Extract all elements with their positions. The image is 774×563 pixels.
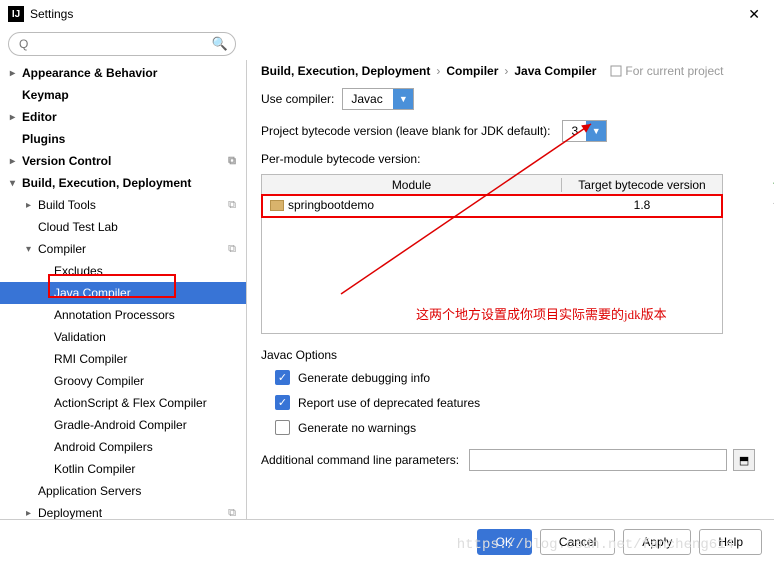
sidebar-item-cloud-test-lab[interactable]: Cloud Test Lab — [0, 216, 246, 238]
chevron-right-icon: › — [436, 64, 440, 78]
window-title: Settings — [30, 7, 73, 21]
sidebar-item-rmi-compiler[interactable]: RMI Compiler — [0, 348, 246, 370]
sidebar-item-android-compilers[interactable]: Android Compilers — [0, 436, 246, 458]
chevron-right-icon: › — [504, 64, 508, 78]
project-scope-icon: ⧉ — [228, 507, 236, 520]
breadcrumb-p1: Build, Execution, Deployment — [261, 64, 430, 78]
sidebar-item-label: Plugins — [22, 132, 65, 146]
breadcrumb: Build, Execution, Deployment › Compiler … — [261, 64, 764, 78]
sidebar-item-groovy-compiler[interactable]: Groovy Compiler — [0, 370, 246, 392]
app-icon: IJ — [8, 6, 24, 22]
remove-button[interactable]: − — [768, 194, 774, 212]
sidebar-item-label: Compiler — [38, 242, 86, 256]
bytecode-label: Project bytecode version (leave blank fo… — [261, 124, 550, 138]
nowarn-label: Generate no warnings — [298, 421, 416, 435]
sidebar-item-label: Java Compiler — [54, 286, 131, 300]
col-module: Module — [262, 178, 562, 192]
deprecated-label: Report use of deprecated features — [298, 396, 480, 410]
tree-arrow-icon: ▸ — [26, 508, 38, 519]
col-version: Target bytecode version — [562, 178, 722, 192]
module-version: 1.8 — [562, 198, 722, 212]
sidebar-item-label: Gradle-Android Compiler — [54, 418, 187, 432]
sidebar-item-java-compiler[interactable]: Java Compiler — [0, 282, 246, 304]
deprecated-checkbox[interactable]: ✓ — [275, 395, 290, 410]
sidebar-item-version-control[interactable]: ▸Version Control ⧉ — [0, 150, 246, 172]
sidebar-item-label: Excludes — [54, 264, 103, 278]
sidebar-item-kotlin-compiler[interactable]: Kotlin Compiler — [0, 458, 246, 480]
sidebar-item-label: Keymap — [22, 88, 69, 102]
sidebar-item-gradle-android-compiler[interactable]: Gradle-Android Compiler — [0, 414, 246, 436]
project-scope-icon: ⧉ — [228, 199, 236, 212]
chevron-down-icon: ▼ — [586, 121, 606, 141]
sidebar-item-label: Editor — [22, 110, 57, 124]
expand-icon[interactable]: ⬒ — [733, 449, 755, 471]
table-row[interactable]: springbootdemo 1.8 — [262, 195, 722, 215]
add-button[interactable]: + — [768, 174, 774, 192]
cancel-button[interactable]: Cancel — [540, 529, 615, 555]
project-scope-icon: ⧉ — [228, 155, 236, 168]
search-input[interactable] — [8, 32, 236, 56]
sidebar-item-compiler[interactable]: ▾Compiler ⧉ — [0, 238, 246, 260]
sidebar-item-label: ActionScript & Flex Compiler — [54, 396, 207, 410]
sidebar-item-label: Build Tools — [38, 198, 96, 212]
sidebar-item-actionscript-flex-compiler[interactable]: ActionScript & Flex Compiler — [0, 392, 246, 414]
module-name: springbootdemo — [288, 198, 374, 212]
sidebar-item-appearance-behavior[interactable]: ▸Appearance & Behavior — [0, 62, 246, 84]
debug-checkbox[interactable]: ✓ — [275, 370, 290, 385]
sidebar-item-validation[interactable]: Validation — [0, 326, 246, 348]
chevron-down-icon: ▼ — [393, 89, 413, 109]
module-table: Module Target bytecode version springboo… — [261, 174, 723, 334]
sidebar-item-label: Deployment — [38, 506, 102, 520]
sidebar-item-label: Application Servers — [38, 484, 141, 498]
close-icon[interactable]: ✕ — [742, 6, 766, 23]
tree-arrow-icon: ▸ — [10, 156, 22, 167]
breadcrumb-p3: Java Compiler — [514, 64, 596, 78]
sidebar-item-label: Build, Execution, Deployment — [22, 176, 191, 190]
project-scope-icon: ⧉ — [228, 243, 236, 256]
sidebar-item-plugins[interactable]: Plugins — [0, 128, 246, 150]
bytecode-select[interactable]: 3 ▼ — [562, 120, 607, 142]
breadcrumb-p2: Compiler — [446, 64, 498, 78]
tree-arrow-icon: ▸ — [26, 200, 38, 211]
settings-tree: ▸Appearance & BehaviorKeymap▸EditorPlugi… — [0, 60, 246, 530]
sidebar-item-label: Annotation Processors — [54, 308, 175, 322]
use-compiler-select[interactable]: Javac ▼ — [342, 88, 414, 110]
sidebar-item-label: Android Compilers — [54, 440, 153, 454]
params-input[interactable] — [469, 449, 727, 471]
javac-options-title: Javac Options — [261, 348, 764, 362]
sidebar-item-label: Kotlin Compiler — [54, 462, 135, 476]
sidebar-item-build-execution-deployment[interactable]: ▾Build, Execution, Deployment — [0, 172, 246, 194]
search-input-wrap: 🔍 — [8, 32, 236, 56]
tree-arrow-icon: ▸ — [10, 112, 22, 123]
sidebar-item-label: Appearance & Behavior — [22, 66, 157, 80]
sidebar-item-editor[interactable]: ▸Editor — [0, 106, 246, 128]
tree-arrow-icon: ▸ — [10, 68, 22, 79]
apply-button[interactable]: Apply — [623, 529, 691, 555]
use-compiler-label: Use compiler: — [261, 92, 334, 106]
sidebar-item-keymap[interactable]: Keymap — [0, 84, 246, 106]
sidebar-item-label: RMI Compiler — [54, 352, 127, 366]
folder-icon — [270, 200, 284, 211]
per-module-label: Per-module bytecode version: — [261, 152, 764, 166]
tree-arrow-icon: ▾ — [26, 244, 38, 255]
ok-button[interactable]: OK — [477, 529, 532, 555]
nowarn-checkbox[interactable] — [275, 420, 290, 435]
sidebar-item-annotation-processors[interactable]: Annotation Processors — [0, 304, 246, 326]
sidebar-item-label: Validation — [54, 330, 106, 344]
params-label: Additional command line parameters: — [261, 453, 459, 467]
sidebar-item-application-servers[interactable]: Application Servers — [0, 480, 246, 502]
sidebar-item-label: Cloud Test Lab — [38, 220, 118, 234]
sidebar-item-build-tools[interactable]: ▸Build Tools ⧉ — [0, 194, 246, 216]
help-button[interactable]: Help — [699, 529, 762, 555]
sidebar-item-excludes[interactable]: Excludes — [0, 260, 246, 282]
tree-arrow-icon: ▾ — [10, 178, 22, 189]
debug-label: Generate debugging info — [298, 371, 430, 385]
sidebar-item-label: Groovy Compiler — [54, 374, 144, 388]
sidebar-item-label: Version Control — [22, 154, 111, 168]
search-icon: 🔍 — [212, 36, 228, 52]
scope-label: For current project — [610, 64, 723, 78]
